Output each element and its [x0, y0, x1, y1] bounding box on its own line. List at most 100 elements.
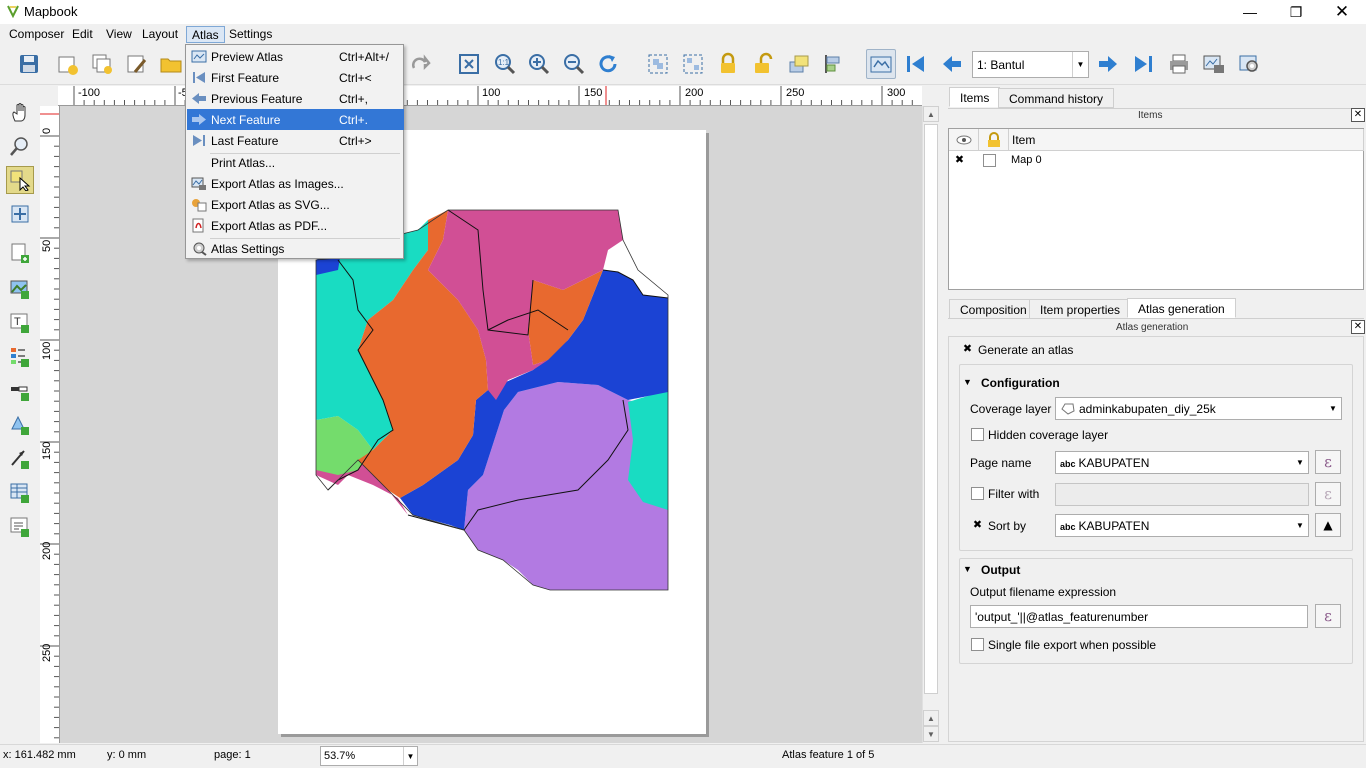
- pan-tool-button[interactable]: [6, 98, 34, 126]
- menu-item-preview-atlas[interactable]: Preview Atlas Ctrl+Alt+/: [187, 46, 404, 67]
- new-composer-button[interactable]: [52, 49, 82, 79]
- item-name[interactable]: Map 0: [1011, 154, 1042, 166]
- generate-atlas-checkbox[interactable]: ✖: [961, 343, 974, 356]
- menu-composer[interactable]: Composer: [4, 26, 69, 43]
- add-shape-button[interactable]: [6, 410, 34, 438]
- filter-expression-input[interactable]: [1055, 483, 1309, 506]
- new-composer-icon: [58, 56, 78, 75]
- last-feature-button[interactable]: [1128, 49, 1158, 79]
- maximize-button[interactable]: ❐: [1273, 0, 1319, 24]
- items-list[interactable]: Item ✖ Map 0: [948, 128, 1364, 290]
- move-content-tool-button[interactable]: [6, 200, 34, 228]
- status-bar: [0, 744, 1366, 768]
- group-items-button[interactable]: [643, 49, 673, 79]
- collapse-arrow-icon[interactable]: ▼: [963, 377, 972, 387]
- tab-items[interactable]: Items: [949, 87, 1001, 107]
- tab-item-properties[interactable]: Item properties: [1029, 299, 1132, 319]
- select-move-tool-button[interactable]: [6, 166, 34, 194]
- lock-column-header[interactable]: [979, 129, 1009, 151]
- duplicate-composer-button[interactable]: [87, 49, 117, 79]
- zoom-tool-button[interactable]: [6, 132, 34, 160]
- preview-atlas-toggle[interactable]: [866, 49, 896, 79]
- dock-splitter[interactable]: [939, 86, 947, 744]
- menu-item-print-atlas[interactable]: Print Atlas...: [187, 152, 404, 173]
- menu-layout[interactable]: Layout: [137, 26, 183, 43]
- add-html-frame-button[interactable]: [6, 512, 34, 540]
- menu-view[interactable]: View: [101, 26, 137, 43]
- zoom-in-button[interactable]: [524, 49, 554, 79]
- item-column-header[interactable]: Item: [1009, 129, 1364, 151]
- menu-item-atlas-settings[interactable]: Atlas Settings: [187, 238, 404, 259]
- tab-atlas-generation[interactable]: Atlas generation: [1127, 298, 1236, 318]
- unlock-items-button[interactable]: [748, 49, 778, 79]
- menu-item-previous-feature[interactable]: Previous Feature Ctrl+,: [187, 88, 404, 109]
- vertical-ruler[interactable]: 0 50 100 150 200 250: [40, 106, 60, 743]
- print-atlas-button[interactable]: [1164, 49, 1194, 79]
- close-panel-icon[interactable]: ✕: [1351, 108, 1365, 122]
- add-arrow-button[interactable]: [6, 444, 34, 472]
- menu-item-first-feature[interactable]: First Feature Ctrl+<: [187, 67, 404, 88]
- page-name-expression-button[interactable]: ε: [1315, 450, 1341, 474]
- coverage-layer-combo[interactable]: adminkabupaten_diy_25k ▼: [1055, 397, 1342, 420]
- zoom-full-button[interactable]: [454, 49, 484, 79]
- redo-button[interactable]: [405, 49, 435, 79]
- item-lock-checkbox[interactable]: [983, 154, 996, 167]
- single-file-export-checkbox[interactable]: [971, 638, 984, 651]
- filter-expression-button[interactable]: ε: [1315, 482, 1341, 506]
- open-template-button[interactable]: [156, 49, 186, 79]
- menu-item-export-images[interactable]: Export Atlas as Images...: [187, 173, 404, 194]
- scroll-up-icon[interactable]: ▲: [923, 106, 939, 122]
- refresh-button[interactable]: [593, 49, 623, 79]
- sort-by-combo[interactable]: abc KABUPATEN ▼: [1055, 514, 1309, 537]
- align-items-button[interactable]: [819, 49, 849, 79]
- add-attribute-table-button[interactable]: [6, 478, 34, 506]
- atlas-settings-button[interactable]: [1234, 49, 1264, 79]
- lock-items-button[interactable]: [713, 49, 743, 79]
- raise-items-button[interactable]: [784, 49, 814, 79]
- menu-item-next-feature[interactable]: Next Feature Ctrl+.: [187, 109, 404, 130]
- hidden-coverage-checkbox[interactable]: [971, 428, 984, 441]
- filter-with-checkbox[interactable]: [971, 487, 984, 500]
- atlas-feature-combo[interactable]: 1: Bantul ▼: [972, 51, 1089, 78]
- output-filename-input[interactable]: 'output_'||@atlas_featurenumber: [970, 605, 1308, 628]
- visibility-column-header[interactable]: [949, 129, 979, 151]
- tab-composition[interactable]: Composition: [949, 299, 1038, 319]
- sort-by-checkbox[interactable]: ✖: [971, 519, 984, 532]
- close-button[interactable]: ✕: [1319, 0, 1365, 24]
- zoom-out-button[interactable]: [559, 49, 589, 79]
- menu-item-export-pdf[interactable]: Export Atlas as PDF...: [187, 215, 404, 236]
- add-map-button[interactable]: [6, 238, 34, 266]
- next-feature-button[interactable]: [1093, 49, 1123, 79]
- menu-edit[interactable]: Edit: [67, 26, 98, 43]
- scrollbar-thumb[interactable]: [924, 124, 938, 694]
- minimize-button[interactable]: —: [1227, 0, 1273, 24]
- add-image-button[interactable]: [6, 274, 34, 302]
- add-label-button[interactable]: T: [6, 308, 34, 336]
- group-items-icon: [648, 54, 668, 74]
- export-atlas-images-button[interactable]: [1199, 49, 1229, 79]
- save-button[interactable]: [14, 49, 44, 79]
- menu-atlas[interactable]: Atlas: [186, 26, 225, 43]
- scroll-down-icon[interactable]: ▼: [923, 726, 939, 742]
- menu-settings[interactable]: Settings: [224, 26, 277, 43]
- output-filename-expression-button[interactable]: ε: [1315, 604, 1341, 628]
- add-scalebar-button[interactable]: [6, 376, 34, 404]
- canvas-vertical-scrollbar[interactable]: ▲ ▲ ▼: [922, 106, 939, 743]
- ungroup-items-button[interactable]: [678, 49, 708, 79]
- item-visible-checkbox[interactable]: ✖: [953, 154, 966, 167]
- composer-manager-button[interactable]: [122, 49, 152, 79]
- add-legend-button[interactable]: [6, 342, 34, 370]
- collapse-arrow-icon[interactable]: ▼: [963, 564, 972, 574]
- menu-item-last-feature[interactable]: Last Feature Ctrl+>: [187, 130, 404, 151]
- close-panel-icon[interactable]: ✕: [1351, 320, 1365, 334]
- menu-item-export-svg[interactable]: Export Atlas as SVG...: [187, 194, 404, 215]
- scroll-up-icon[interactable]: ▲: [923, 710, 939, 726]
- sort-order-button[interactable]: ▲: [1315, 513, 1341, 537]
- first-feature-button[interactable]: [901, 49, 931, 79]
- tab-command-history[interactable]: Command history: [998, 88, 1115, 108]
- hand-icon: [12, 102, 26, 122]
- previous-feature-button[interactable]: [937, 49, 967, 79]
- zoom-actual-button[interactable]: 1:1: [490, 49, 520, 79]
- zoom-combo[interactable]: 53.7% ▼: [320, 746, 418, 766]
- page-name-combo[interactable]: abc KABUPATEN ▼: [1055, 451, 1309, 474]
